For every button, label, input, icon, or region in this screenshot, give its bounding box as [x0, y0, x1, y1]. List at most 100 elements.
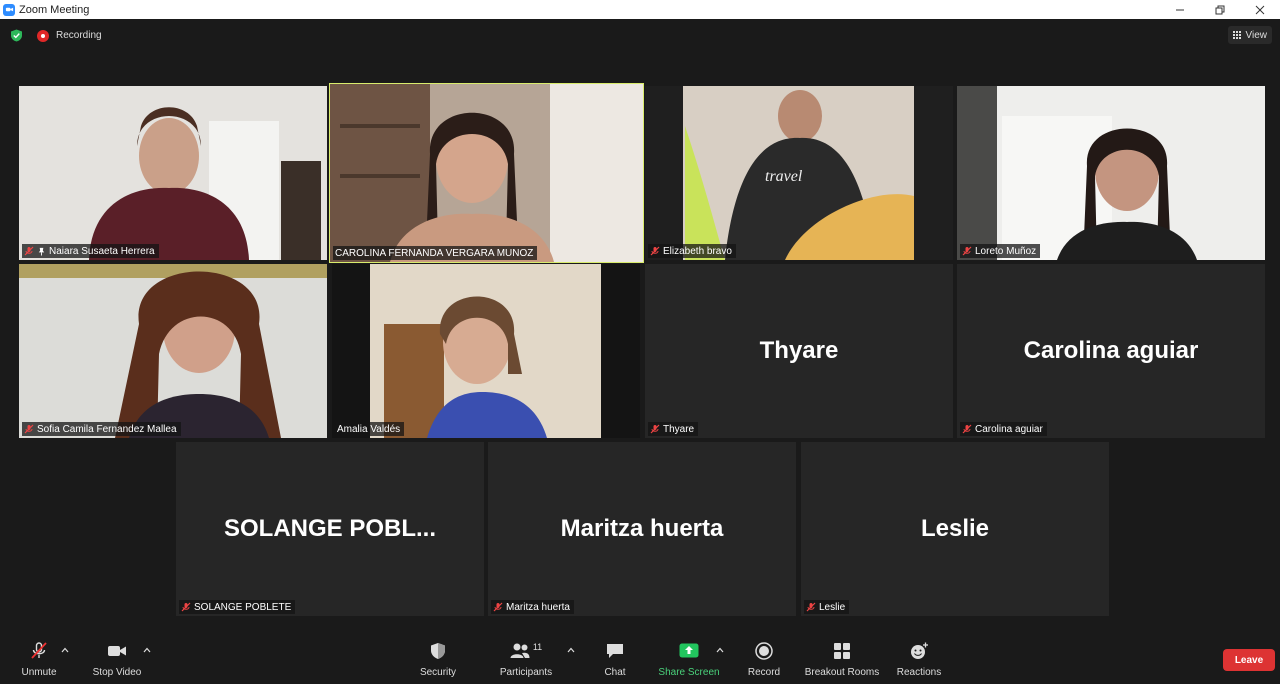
participant-nametag: Thyare [648, 422, 699, 436]
restore-icon [1215, 5, 1225, 14]
unmute-label: Unmute [21, 667, 57, 678]
pin-icon [38, 247, 45, 256]
participant-name: Elizabeth bravo [663, 245, 732, 257]
participant-name: Thyare [663, 423, 695, 435]
participant-video-feed [330, 84, 643, 262]
participant-nametag: Leslie [804, 600, 850, 614]
video-tile[interactable]: Loreto Muñoz [957, 86, 1265, 260]
participant-display-name: Carolina aguiar [1023, 337, 1199, 364]
record-label: Record [747, 667, 781, 678]
participant-tile-no-video[interactable]: Leslie Leslie [801, 442, 1109, 616]
participant-name: SOLANGE POBLETE [194, 601, 292, 613]
participant-name: Carolina aguiar [975, 423, 1043, 435]
stop-video-button[interactable]: Stop Video [88, 640, 146, 680]
participants-label: Participants [499, 667, 553, 678]
video-tile[interactable]: Naiara Susaeta Herrera [19, 86, 327, 260]
participant-name: Loreto Muñoz [975, 245, 1037, 257]
muted-mic-icon [650, 246, 660, 256]
close-icon [1255, 5, 1265, 14]
chat-button[interactable]: Chat [600, 640, 630, 680]
muted-mic-icon [962, 424, 972, 434]
participant-video-feed: travel [645, 86, 953, 260]
participant-tile-no-video[interactable]: Maritza huerta Maritza huerta [488, 442, 796, 616]
participant-tile-no-video[interactable]: Carolina aguiar Carolina aguiar [957, 264, 1265, 438]
minimize-button[interactable] [1160, 0, 1200, 19]
participant-tile-no-video[interactable]: SOLANGE POBL... SOLANGE POBLETE [176, 442, 484, 616]
participant-nametag: Maritza huerta [491, 600, 574, 614]
participant-nametag: CAROLINA FERNANDA VERGARA MUNOZ [333, 246, 538, 260]
participant-name: Sofia Camila Fernandez Mallea [37, 423, 177, 435]
muted-mic-icon [962, 246, 972, 256]
video-options-chevron-up-icon[interactable] [143, 646, 151, 654]
participant-nametag: Naiara Susaeta Herrera [22, 244, 159, 258]
participant-video-feed [332, 264, 640, 438]
participant-nametag: Loreto Muñoz [960, 244, 1041, 258]
share-screen-arrow-icon [679, 643, 699, 658]
breakout-rooms-grid-icon [834, 643, 850, 659]
share-screen-button[interactable]: Share Screen [656, 640, 722, 680]
video-tile[interactable]: Sofia Camila Fernandez Mallea [19, 264, 327, 438]
participant-nametag: Sofia Camila Fernandez Mallea [22, 422, 181, 436]
participant-name: Maritza huerta [506, 601, 570, 613]
restore-button[interactable] [1200, 0, 1240, 19]
record-button[interactable]: Record [744, 640, 784, 680]
view-label: View [1245, 29, 1268, 41]
chat-label: Chat [604, 667, 626, 678]
muted-mic-icon [31, 642, 47, 659]
participants-icon [510, 643, 530, 658]
muted-mic-icon [806, 602, 816, 612]
security-shield-icon [431, 643, 445, 659]
participants-options-chevron-up-icon[interactable] [567, 646, 575, 654]
muted-mic-icon [650, 424, 660, 434]
unmute-button[interactable]: Unmute [18, 640, 60, 680]
participant-nametag: Amalia Valdés [335, 422, 405, 436]
recording-indicator-icon[interactable] [37, 30, 49, 42]
participant-display-name: SOLANGE POBL... [223, 515, 436, 542]
share-options-chevron-up-icon[interactable] [716, 646, 724, 654]
security-button[interactable]: Security [416, 640, 460, 680]
minimize-icon [1176, 9, 1184, 10]
participant-video-feed [19, 264, 327, 438]
participant-name: Leslie [819, 601, 846, 613]
muted-mic-icon [24, 246, 34, 256]
window-title: Zoom Meeting [19, 3, 90, 16]
recording-label: Recording [56, 30, 102, 41]
muted-mic-icon [493, 602, 503, 612]
video-tile[interactable]: Amalia Valdés [332, 264, 640, 438]
participants-count: 11 [532, 642, 543, 652]
view-button[interactable]: View [1227, 26, 1272, 44]
audio-options-chevron-up-icon[interactable] [61, 646, 69, 654]
close-button[interactable] [1240, 0, 1280, 19]
svg-text:travel: travel [765, 168, 803, 185]
video-tile[interactable]: travel Elizabeth bravo [645, 86, 953, 260]
zoom-logo-icon [3, 3, 15, 16]
participant-nametag: SOLANGE POBLETE [179, 600, 296, 614]
video-tile-active-speaker[interactable]: CAROLINA FERNANDA VERGARA MUNOZ [329, 83, 644, 263]
participant-nametag: Elizabeth bravo [648, 244, 736, 258]
reactions-button[interactable]: Reactions [894, 640, 944, 680]
participant-tile-no-video[interactable]: Thyare Thyare [645, 264, 953, 438]
stop-video-label: Stop Video [92, 667, 142, 678]
participant-display-name: Thyare [759, 337, 839, 364]
participant-display-name: Leslie [920, 515, 990, 542]
breakout-rooms-label: Breakout Rooms [804, 667, 880, 678]
muted-mic-icon [181, 602, 191, 612]
share-screen-label: Share Screen [658, 667, 720, 678]
breakout-rooms-button[interactable]: Breakout Rooms [802, 640, 882, 680]
participant-name: CAROLINA FERNANDA VERGARA MUNOZ [335, 247, 534, 259]
participant-video-feed [19, 86, 327, 260]
participant-name: Amalia Valdés [337, 423, 401, 435]
participant-name: Naiara Susaeta Herrera [49, 245, 155, 257]
grid-view-icon [1232, 30, 1242, 40]
meeting-info-bar: Recording View [0, 19, 1280, 53]
record-icon [755, 642, 773, 660]
meeting-controls-toolbar: Unmute Stop Video Security 11 Participan… [0, 636, 1280, 684]
reactions-label: Reactions [896, 667, 942, 678]
security-label: Security [419, 667, 457, 678]
participant-video-feed [957, 86, 1265, 260]
participant-nametag: Carolina aguiar [960, 422, 1047, 436]
encryption-shield-icon[interactable] [10, 29, 23, 42]
participants-button[interactable]: 11 Participants [496, 640, 556, 680]
zoom-meeting-window: Zoom Meeting Recording View Naiara Susae… [0, 0, 1280, 684]
leave-button[interactable]: Leave [1223, 649, 1275, 671]
